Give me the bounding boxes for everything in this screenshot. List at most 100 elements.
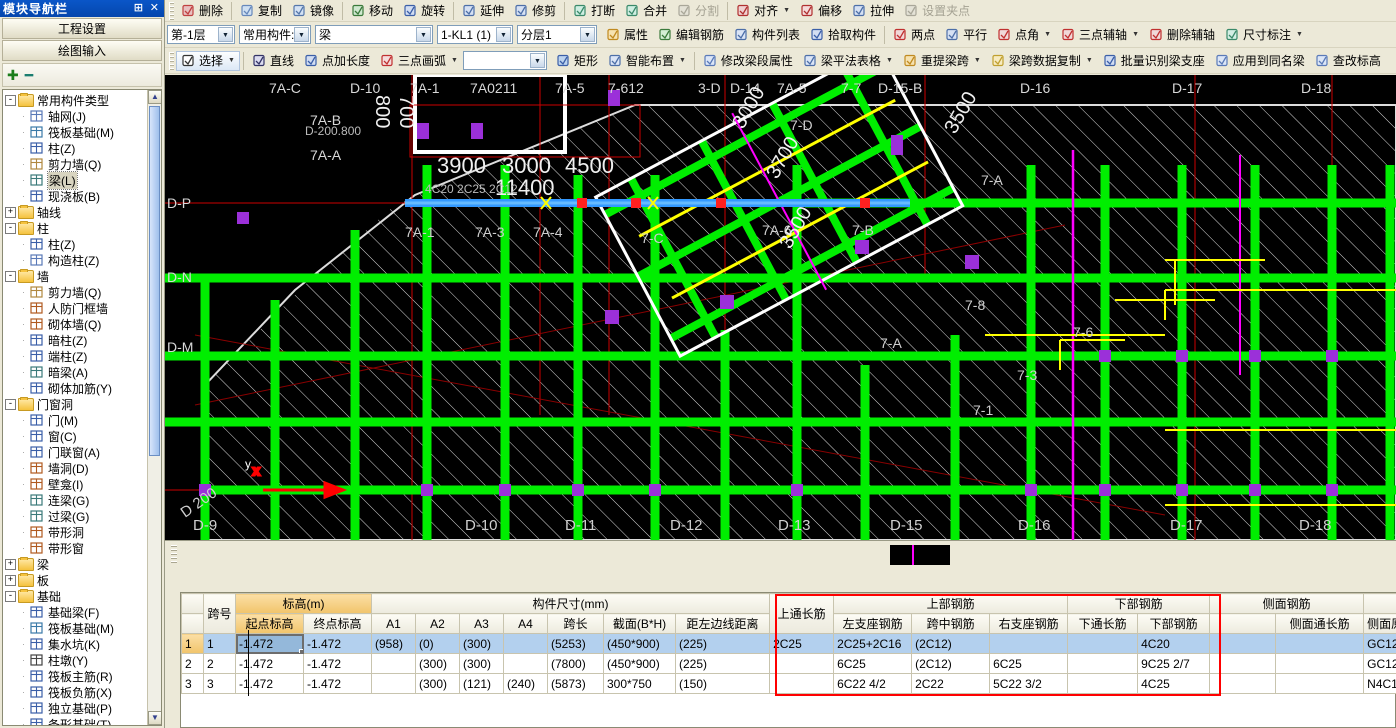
cell-rownum[interactable]: 2: [181, 653, 204, 674]
scroll-down-icon[interactable]: ▼: [148, 711, 161, 725]
chevron-down-icon[interactable]: ▼: [974, 57, 981, 64]
cell-left-support[interactable]: 6C25: [833, 653, 913, 674]
component-toolbar-button-6[interactable]: 平行: [940, 25, 992, 45]
tree-item-1[interactable]: · 轴网(J): [5, 108, 147, 124]
edit-toolbar-button-12[interactable]: 合并: [620, 1, 672, 21]
tree-item-8[interactable]: -柱: [5, 220, 147, 236]
close-icon[interactable]: ✕: [150, 1, 160, 14]
table-sub-header-3[interactable]: A2: [415, 613, 460, 634]
cell-left-edge[interactable]: (225): [674, 653, 771, 674]
tree-item-18[interactable]: · 砌体加筋(Y): [5, 380, 147, 396]
chevron-down-icon[interactable]: ▼: [886, 57, 893, 64]
chevron-down-icon[interactable]: ▼: [1296, 31, 1303, 38]
tree-item-10[interactable]: · 构造柱(Z): [5, 252, 147, 268]
strip-grip-handle[interactable]: [171, 544, 177, 565]
cell-top-through[interactable]: [769, 653, 835, 674]
tree-item-32[interactable]: · 基础梁(F): [5, 604, 147, 620]
tree-item-39[interactable]: · 条形基础(T): [5, 716, 147, 725]
cell-spacer[interactable]: [1209, 673, 1277, 694]
chevron-down-icon[interactable]: ▼: [783, 7, 790, 14]
tree-item-21[interactable]: · 窗(C): [5, 428, 147, 444]
cell-a4[interactable]: [503, 653, 548, 674]
tree-item-15[interactable]: · 暗柱(Z): [5, 332, 147, 348]
cell-a2[interactable]: (300): [415, 673, 460, 694]
cell-spacer[interactable]: [1209, 653, 1277, 674]
component-toolbar-button-0[interactable]: 属性: [601, 25, 653, 45]
cell-a2[interactable]: (0): [415, 633, 460, 654]
tree-item-3[interactable]: · 柱(Z): [5, 140, 147, 156]
chevron-down-icon[interactable]: ▼: [679, 57, 686, 64]
layer-select[interactable]: 分层1 ▼: [517, 25, 597, 44]
tree-item-19[interactable]: - 门窗洞: [5, 396, 147, 412]
component-name-select[interactable]: 1-KL1 (1) ▼: [437, 25, 513, 44]
component-type-select[interactable]: 梁 ▼: [315, 25, 433, 44]
tree-item-26[interactable]: · 过梁(G): [5, 508, 147, 524]
tree-item-2[interactable]: · 筏板基础(M): [5, 124, 147, 140]
cell-span-len[interactable]: (5253): [547, 633, 604, 654]
cell-end-elev[interactable]: -1.472: [303, 673, 372, 694]
chevron-down-icon[interactable]: ▼: [529, 53, 545, 68]
cell-start-elev[interactable]: -1.472: [235, 673, 304, 694]
toolbar-gripper[interactable]: [169, 51, 174, 70]
draw-toolbar-button-4[interactable]: 三点画弧 ▼: [375, 51, 463, 71]
tree-item-30[interactable]: + 板: [5, 572, 147, 588]
table-row[interactable]: 3 3 -1.472 -1.472 (300) (121) (240) (5873) 300*7…: [181, 673, 1396, 694]
edit-toolbar-button-15[interactable]: 对齐 ▼: [731, 1, 795, 21]
cell-span-len[interactable]: (7800): [547, 653, 604, 674]
table-row[interactable]: 2 2 -1.472 -1.472 (300) (300) (7800) (450*900)(…: [181, 653, 1396, 674]
edit-toolbar-button-9[interactable]: 修剪: [509, 1, 561, 21]
table-sub-header-6[interactable]: 跨长: [547, 613, 604, 634]
collapse-icon[interactable]: -: [5, 590, 16, 602]
chevron-down-icon[interactable]: ▼: [218, 27, 233, 42]
pin-icon[interactable]: ⊞: [134, 1, 144, 14]
cell-left-edge[interactable]: (150): [674, 673, 771, 694]
cell-span-len[interactable]: (5873): [547, 673, 604, 694]
expand-icon[interactable]: +: [5, 558, 16, 570]
component-toolbar-button-9[interactable]: 删除辅轴: [1144, 25, 1220, 45]
tree-item-17[interactable]: · 暗梁(A): [5, 364, 147, 380]
tree-item-5[interactable]: · 梁(L): [5, 170, 147, 190]
table-group-header-7[interactable]: 侧面钢筋: [1209, 593, 1365, 614]
table-sub-header-8[interactable]: 距左边线距离: [674, 613, 771, 634]
cell-end-elev[interactable]: -1.472: [303, 653, 372, 674]
cell-a3[interactable]: (300): [459, 653, 504, 674]
scroll-thumb[interactable]: [149, 106, 160, 456]
table-sub-header-2[interactable]: A1: [371, 613, 416, 634]
chevron-down-icon[interactable]: ▼: [496, 27, 511, 42]
cell-a3[interactable]: (121): [459, 673, 504, 694]
tree-item-0[interactable]: - 常用构件类型: [5, 92, 147, 108]
chevron-down-icon[interactable]: ▼: [451, 57, 458, 64]
tree-item-27[interactable]: · 带形洞: [5, 524, 147, 540]
tree-item-23[interactable]: · 墙洞(D): [5, 460, 147, 476]
cell-top-through[interactable]: [769, 673, 835, 694]
tree-item-25[interactable]: · 连梁(G): [5, 492, 147, 508]
cell-top-through[interactable]: 2C25: [769, 633, 835, 654]
chevron-down-icon[interactable]: ▼: [294, 27, 309, 42]
beam-plan-table[interactable]: 跨号 标高(m) 构件尺寸(mm) 上通长筋 上部钢筋 下部钢筋 侧面钢筋 起点标高 终点标高 A…: [181, 593, 1396, 694]
scroll-up-icon[interactable]: ▲: [148, 90, 161, 104]
edit-toolbar-button-8[interactable]: 延伸: [457, 1, 509, 21]
tree-item-7[interactable]: + 轴线: [5, 204, 147, 220]
collapse-icon[interactable]: -: [5, 222, 16, 234]
cell-mid-span[interactable]: 2C22: [911, 673, 991, 694]
cell-spacer[interactable]: [1209, 633, 1277, 654]
draw-toolbar-button-3[interactable]: 点加长度: [299, 51, 375, 71]
cell-rownum[interactable]: 3: [181, 673, 204, 694]
tree-item-37[interactable]: · 筏板负筋(X): [5, 684, 147, 700]
tree-item-24[interactable]: · 壁龛(I): [5, 476, 147, 492]
cell-rownum[interactable]: 1: [181, 633, 204, 654]
cell-bottom-through[interactable]: [1067, 653, 1139, 674]
edit-toolbar-button-2[interactable]: 复制: [235, 1, 287, 21]
component-toolbar-button-7[interactable]: 点角 ▼: [992, 25, 1056, 45]
table-row[interactable]: 1 1 -1.472 -1.472 (958) (0) (300) (5253) (450*90…: [181, 633, 1396, 654]
table-sub-header-0[interactable]: 起点标高: [235, 613, 304, 634]
tree-item-34[interactable]: · 集水坑(K): [5, 636, 147, 652]
table-sub-header-14[interactable]: 侧面通长筋: [1275, 613, 1365, 634]
cad-drawing-canvas[interactable]: x y 7A-C D-10 7A-1 7A0211 7A-5 7-612 3-D…: [165, 75, 1396, 540]
edit-toolbar-button-0[interactable]: 删除: [176, 1, 228, 21]
cell-bottom-rebar[interactable]: 4C25: [1137, 673, 1211, 694]
component-toolbar-button-3[interactable]: 拾取构件: [805, 25, 881, 45]
draw-toolbar-button-14[interactable]: 应用到同名梁: [1210, 51, 1310, 71]
cell-start-elev[interactable]: -1.472: [235, 653, 304, 674]
tree-item-12[interactable]: · 剪力墙(Q): [5, 284, 147, 300]
